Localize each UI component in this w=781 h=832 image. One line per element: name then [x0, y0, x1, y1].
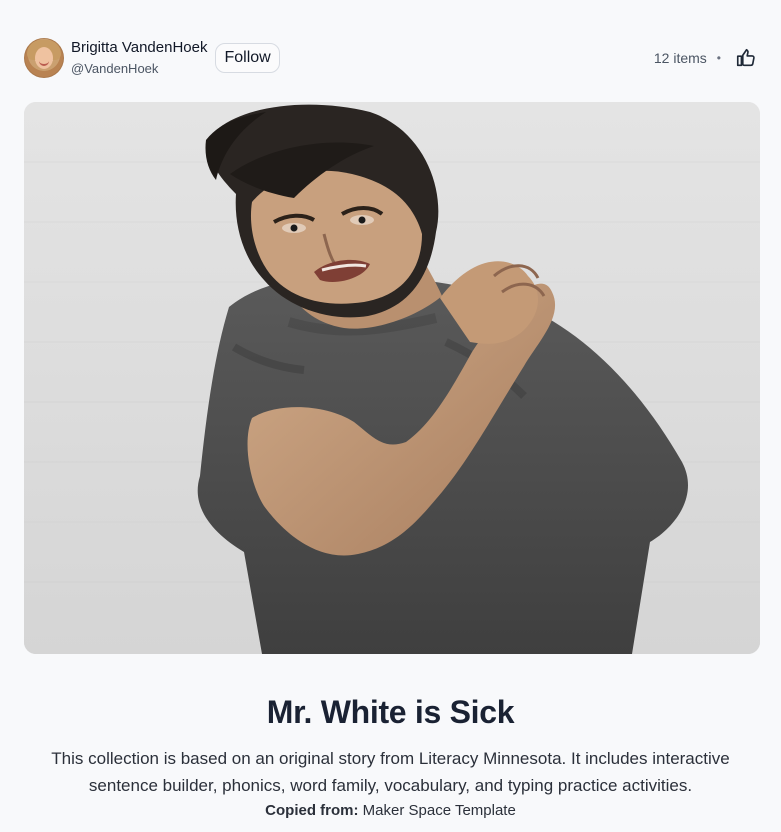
- author-handle[interactable]: @VandenHoek: [71, 60, 207, 78]
- items-count: 12 items: [653, 50, 707, 66]
- follow-button[interactable]: Follow: [215, 43, 280, 73]
- author-info: Brigitta VandenHoek @VandenHoek: [71, 39, 207, 78]
- collection-header: Brigitta VandenHoek @VandenHoek Follow 1…: [24, 36, 757, 80]
- thumbs-up-icon[interactable]: [735, 47, 757, 69]
- collection-title: Mr. White is Sick: [266, 694, 515, 730]
- collection-description: This collection is based on an original …: [51, 749, 730, 795]
- meta-separator: •: [716, 51, 721, 65]
- hero-photo: [24, 102, 760, 654]
- collection-cover-image[interactable]: [24, 102, 760, 654]
- copied-from-link[interactable]: Maker Space Template: [363, 802, 516, 819]
- collection-meta: 12 items •: [654, 47, 757, 69]
- author-name[interactable]: Brigitta VandenHoek: [71, 39, 207, 57]
- copied-from-label: Copied from:: [265, 802, 359, 819]
- copied-from: Copied from: Maker Space Template: [0, 802, 781, 819]
- author-avatar[interactable]: [24, 38, 64, 78]
